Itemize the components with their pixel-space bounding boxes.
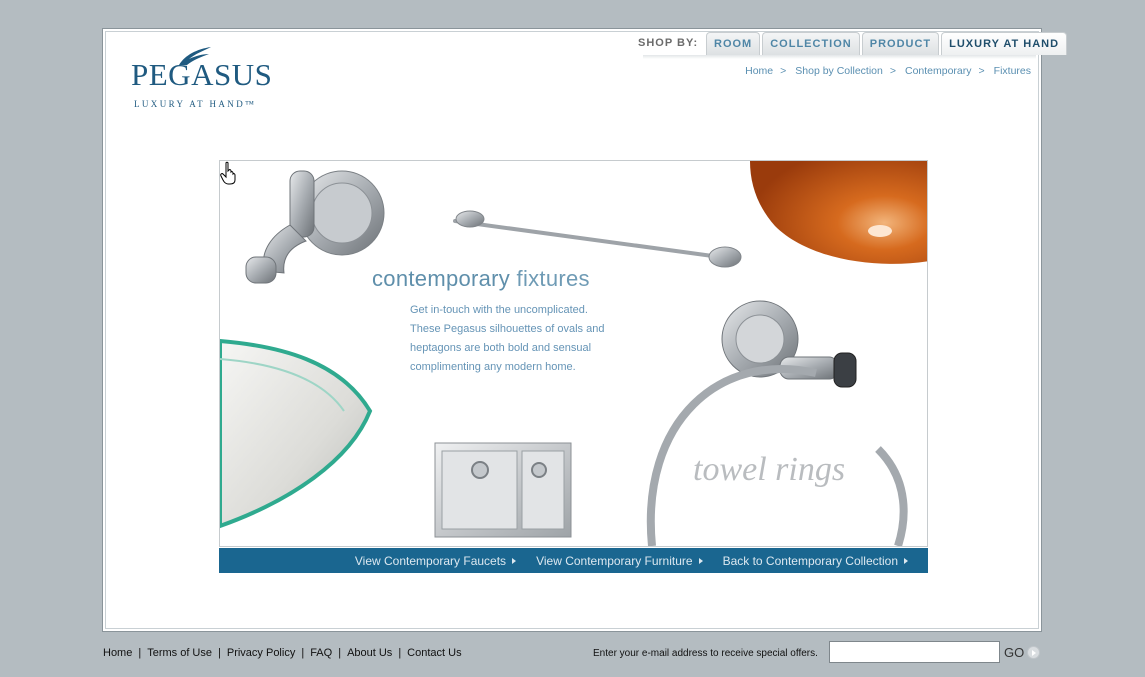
- email-signup-label: Enter your e-mail address to receive spe…: [593, 648, 818, 659]
- view-contemporary-faucets-link[interactable]: View Contemporary Faucets: [354, 553, 517, 568]
- hero-title-light: fixtures: [516, 266, 590, 291]
- view-contemporary-furniture-link[interactable]: View Contemporary Furniture: [536, 554, 703, 568]
- towel-bar-image: [453, 210, 742, 268]
- breadcrumb-contemporary[interactable]: Contemporary: [905, 65, 972, 77]
- nav-link-label: View Contemporary Faucets: [354, 553, 507, 568]
- logo-tagline: LUXURY AT HAND™: [134, 99, 257, 109]
- hero-title-bold: contemporary: [372, 266, 511, 291]
- footer-separator: |: [398, 647, 402, 659]
- nav-link-label: Back to Contemporary Collection: [722, 553, 898, 568]
- towel-rings-hotspot[interactable]: towel rings: [693, 451, 845, 489]
- back-to-contemporary-collection-link[interactable]: Back to Contemporary Collection: [723, 554, 908, 568]
- footer-link-home[interactable]: Home: [103, 647, 132, 659]
- arrow-right-icon: [904, 557, 908, 564]
- breadcrumb-home[interactable]: Home: [745, 65, 773, 77]
- footer-link-contact[interactable]: Contact Us: [407, 647, 461, 659]
- breadcrumb-fixtures[interactable]: Fixtures: [994, 65, 1031, 77]
- hero-title: contemporary fixtures: [372, 266, 590, 292]
- footer-link-privacy[interactable]: Privacy Policy: [227, 647, 295, 659]
- breadcrumb-separator: >: [889, 65, 896, 77]
- tab-luxury-at-hand[interactable]: LUXURY AT HAND: [941, 32, 1068, 55]
- towel-ring-image: [646, 300, 908, 546]
- hero-panel: contemporary fixtures Get in-touch with …: [219, 160, 928, 547]
- logo-wordmark: PEGASUS: [131, 57, 273, 92]
- go-button[interactable]: GO: [1004, 645, 1041, 660]
- tab-product[interactable]: PRODUCT: [861, 32, 940, 55]
- tab-collection[interactable]: COLLECTION: [762, 32, 860, 55]
- shop-by-label: SHOP BY:: [638, 37, 699, 49]
- footer-link-about[interactable]: About Us: [347, 647, 392, 659]
- footer-link-faq[interactable]: FAQ: [310, 647, 332, 659]
- footer-separator: |: [301, 647, 305, 659]
- page-panel: PEGASUS LUXURY AT HAND™ SHOP BY: ROOM CO…: [102, 28, 1068, 632]
- breadcrumb-shop-by-collection[interactable]: Shop by Collection: [795, 65, 883, 77]
- contemporary-nav-bar: View Contemporary Faucets View Contempor…: [219, 548, 928, 573]
- go-label: GO: [1004, 645, 1025, 660]
- glass-vessel-image: [220, 338, 373, 529]
- arrow-right-icon: [512, 557, 517, 564]
- footer-separator: |: [338, 647, 342, 659]
- breadcrumb-separator: >: [978, 65, 985, 77]
- robe-hook-image: [245, 170, 385, 284]
- double-sink-image: [434, 442, 572, 538]
- arrow-circle-icon: [1027, 646, 1041, 659]
- nav-link-label: View Contemporary Furniture: [536, 553, 693, 568]
- email-input[interactable]: [829, 641, 1000, 663]
- footer-separator: |: [218, 647, 221, 659]
- shop-by-tabs: ROOM COLLECTION PRODUCT LUXURY AT HAND: [706, 32, 1068, 55]
- vessel-sink-orange-image: [750, 161, 927, 264]
- hero-description: Get in-touch with the uncomplicated. The…: [410, 304, 605, 373]
- breadcrumb: Home > Shop by Collection > Contemporary…: [745, 65, 1031, 77]
- tab-room[interactable]: ROOM: [706, 32, 761, 55]
- arrow-right-icon: [698, 557, 703, 564]
- breadcrumb-separator: >: [780, 65, 787, 77]
- pegasus-logo[interactable]: PEGASUS LUXURY AT HAND™: [131, 43, 301, 113]
- footer-link-terms[interactable]: Terms of Use: [147, 647, 212, 659]
- tab-underline: [643, 55, 1036, 59]
- footer-links: Home | Terms of Use | Privacy Policy | F…: [103, 647, 462, 659]
- footer-separator: |: [138, 647, 142, 659]
- hand-pointer-icon: [220, 161, 236, 185]
